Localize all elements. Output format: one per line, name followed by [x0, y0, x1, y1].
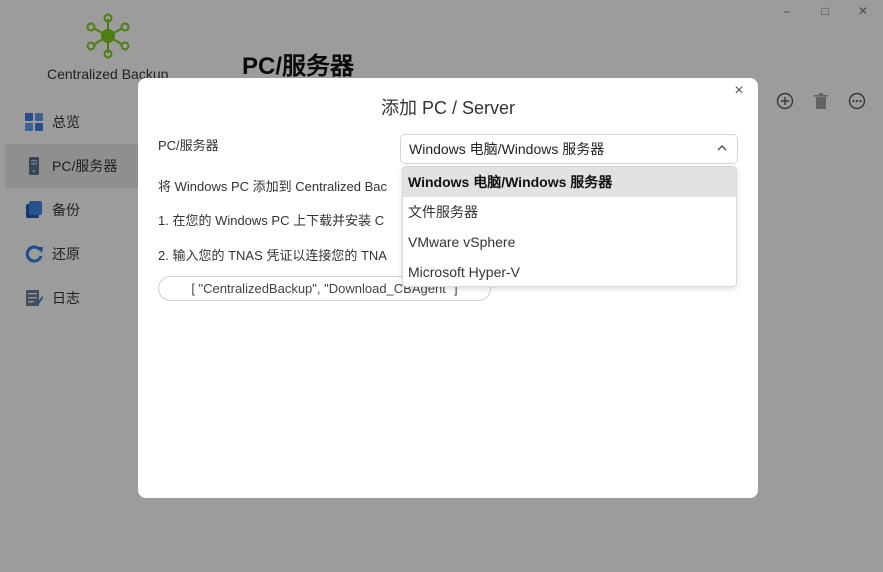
instruction-intro: 将 Windows PC 添加到 Centralized Bac — [158, 179, 388, 194]
instruction-step-1: 1. 在您的 Windows PC 上下载并安装 C — [158, 213, 385, 228]
dropdown-option-vmware[interactable]: VMware vSphere — [403, 227, 736, 257]
dropdown-option-file-server[interactable]: 文件服务器 — [403, 197, 736, 227]
dialog-close-icon[interactable]: × — [730, 82, 748, 100]
pc-server-type-label: PC/服务器 — [158, 138, 219, 153]
add-pc-server-dialog: 添加 PC / Server × PC/服务器 Windows 电脑/Windo… — [138, 78, 758, 498]
instruction-step-2: 2. 输入您的 TNAS 凭证以连接您的 TNA — [158, 248, 387, 263]
pc-server-type-select[interactable]: Windows 电脑/Windows 服务器 — [400, 134, 738, 164]
type-dropdown-menu: Windows 电脑/Windows 服务器 文件服务器 VMware vSph… — [402, 166, 737, 287]
dropdown-option-hyper-v[interactable]: Microsoft Hyper-V — [403, 257, 736, 286]
chevron-up-icon — [717, 145, 727, 151]
select-value: Windows 电脑/Windows 服务器 — [409, 141, 605, 157]
dropdown-option-windows[interactable]: Windows 电脑/Windows 服务器 — [403, 167, 736, 197]
dialog-title: 添加 PC / Server — [380, 98, 516, 118]
